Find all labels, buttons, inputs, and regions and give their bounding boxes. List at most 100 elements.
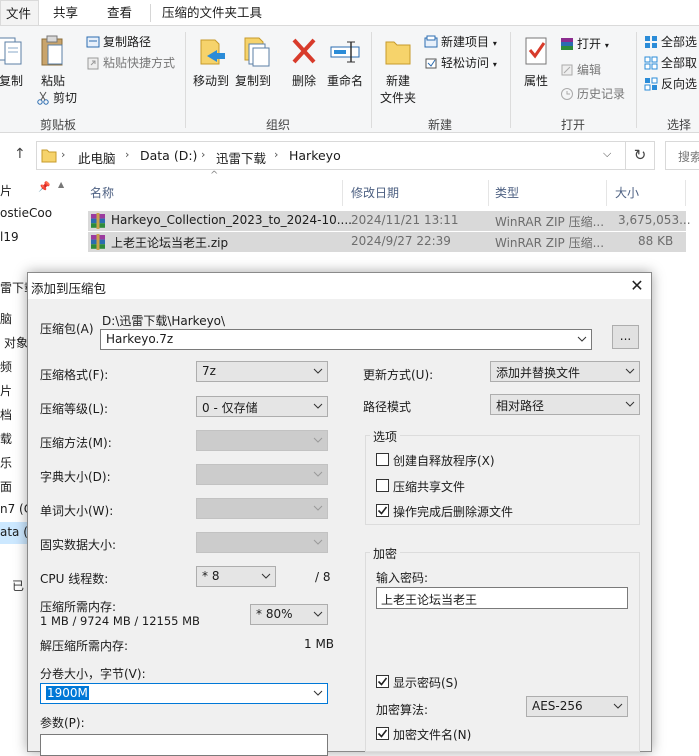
tab-share[interactable]: 共享 bbox=[43, 0, 88, 26]
decompress-memory-label: 解压缩所需内存: bbox=[40, 639, 129, 653]
dialog-titlebar[interactable]: 添加到压缩包 ✕ bbox=[28, 273, 651, 299]
new-item-button[interactable]: 新建项目 ▾ bbox=[424, 32, 497, 52]
update-mode-combo[interactable]: 添加并替换文件 bbox=[490, 361, 640, 382]
checkmark-icon bbox=[377, 729, 388, 738]
archive-name-value: Harkeyo.7z bbox=[106, 332, 174, 346]
search-input[interactable]: 搜索 bbox=[665, 141, 699, 170]
delete-button[interactable]: 删除 bbox=[287, 34, 321, 90]
nav-item[interactable]: 载 bbox=[0, 430, 12, 447]
word-combo[interactable] bbox=[196, 498, 328, 519]
tab-file[interactable]: 文件 bbox=[0, 0, 39, 26]
copy-path-icon bbox=[86, 36, 100, 48]
edit-button[interactable]: 编辑 bbox=[560, 60, 601, 80]
column-header-type[interactable]: 类型 bbox=[495, 184, 519, 201]
group-separator bbox=[636, 32, 637, 128]
encryption-method-value: AES-256 bbox=[532, 699, 583, 713]
breadcrumb-harkeyo[interactable]: Harkeyo bbox=[289, 148, 341, 163]
pin-icon[interactable]: 📌 bbox=[38, 182, 50, 193]
tab-view[interactable]: 查看 bbox=[97, 0, 142, 26]
password-input[interactable]: 上老王论坛当老王 bbox=[376, 587, 628, 609]
new-folder-label-1: 新建 bbox=[385, 74, 410, 88]
parameters-input[interactable] bbox=[40, 734, 328, 756]
cut-button[interactable]: 剪切 bbox=[36, 88, 77, 108]
chevron-down-icon bbox=[313, 471, 323, 477]
memory-percent-combo[interactable]: * 80% bbox=[250, 604, 328, 625]
move-to-button[interactable]: 移动到 bbox=[191, 34, 231, 90]
show-password-checkbox[interactable] bbox=[376, 675, 389, 688]
breadcrumb-this-pc[interactable]: 此电脑 bbox=[78, 148, 116, 167]
file-row[interactable]: 上老王论坛当老王.zip 2024/9/27 22:39 WinRAR ZIP … bbox=[88, 232, 686, 252]
up-arrow-icon[interactable]: ↑ bbox=[14, 146, 26, 162]
nav-item[interactable]: 片 bbox=[0, 382, 12, 399]
paste-button[interactable]: 粘贴 bbox=[36, 34, 70, 90]
select-none-button[interactable]: 全部取 bbox=[644, 53, 697, 73]
column-divider[interactable] bbox=[488, 180, 489, 206]
open-button[interactable]: 打开 ▾ bbox=[560, 34, 609, 54]
update-mode-value: 添加并替换文件 bbox=[496, 366, 581, 380]
nav-item[interactable]: 脑 bbox=[0, 310, 12, 327]
properties-label: 属性 bbox=[523, 74, 548, 88]
delete-source-checkbox[interactable] bbox=[376, 504, 389, 517]
copy-path-button[interactable]: 复制路径 bbox=[86, 32, 151, 52]
column-divider[interactable] bbox=[685, 180, 686, 206]
encryption-method-label: 加密算法: bbox=[376, 703, 429, 717]
archive-name-combo[interactable]: Harkeyo.7z bbox=[100, 329, 592, 350]
nav-item[interactable]: l19 bbox=[0, 230, 19, 244]
parameters-label: 参数(P): bbox=[40, 716, 85, 730]
refresh-button[interactable]: ↻ bbox=[626, 141, 655, 170]
copy-to-button[interactable]: 复制到 bbox=[233, 34, 273, 90]
nav-item[interactable]: 对象 bbox=[4, 334, 28, 351]
encryption-method-combo[interactable]: AES-256 bbox=[526, 696, 628, 717]
nav-item[interactable]: ostieCoo bbox=[0, 206, 52, 220]
shared-files-checkbox[interactable] bbox=[376, 479, 389, 492]
nav-item-selected[interactable]: ata (D bbox=[0, 522, 37, 544]
volume-size-combo[interactable]: 1900M bbox=[40, 683, 328, 704]
tab-compressed-folder-tools[interactable]: 压缩的文件夹工具 bbox=[152, 0, 272, 26]
easy-access-button[interactable]: 轻松访问 ▾ bbox=[424, 53, 497, 73]
history-button[interactable]: 历史记录 bbox=[560, 84, 625, 104]
nav-item[interactable]: 片 bbox=[0, 182, 12, 199]
select-all-label: 全部选 bbox=[661, 35, 698, 49]
new-folder-button[interactable]: 新建 文件夹 bbox=[376, 34, 420, 107]
browse-button[interactable]: ... bbox=[612, 325, 639, 349]
invert-selection-button[interactable]: 反向选 bbox=[644, 74, 697, 94]
nav-item[interactable]: 乐 bbox=[0, 454, 12, 471]
format-combo[interactable]: 7z bbox=[196, 361, 328, 382]
column-divider[interactable] bbox=[342, 180, 343, 206]
sfx-checkbox[interactable] bbox=[376, 453, 389, 466]
chevron-down-icon bbox=[625, 368, 635, 374]
nav-item[interactable]: 面 bbox=[0, 478, 12, 495]
address-box[interactable]: › 此电脑 › Data (D:) › 迅雷下载 › Harkeyo ⌵ bbox=[36, 141, 626, 170]
breadcrumb-data-drive[interactable]: Data (D:) bbox=[140, 148, 197, 163]
properties-button[interactable]: 属性 bbox=[518, 34, 554, 90]
rename-button[interactable]: 重命名 bbox=[325, 34, 365, 90]
nav-item[interactable]: 频 bbox=[0, 358, 12, 375]
nav-item[interactable]: 档 bbox=[0, 406, 12, 423]
file-row[interactable]: Harkeyo_Collection_2023_to_2024-10.... 2… bbox=[88, 211, 691, 231]
threads-combo[interactable]: * 8 bbox=[196, 566, 276, 587]
column-header-modified[interactable]: 修改日期 bbox=[351, 184, 399, 201]
close-button[interactable]: ✕ bbox=[626, 275, 648, 297]
scroll-up-icon[interactable]: ▲ bbox=[58, 180, 64, 189]
file-size: 3,675,053... bbox=[618, 213, 691, 227]
path-mode-combo[interactable]: 相对路径 bbox=[490, 394, 640, 415]
breadcrumb-xunlei-download[interactable]: 迅雷下载 bbox=[216, 148, 266, 167]
new-folder-icon bbox=[385, 41, 411, 65]
column-header-size[interactable]: 大小 bbox=[615, 184, 639, 201]
format-value: 7z bbox=[202, 364, 216, 378]
column-header-name[interactable]: 名称 bbox=[90, 184, 114, 201]
chevron-down-icon[interactable]: ⌵ bbox=[603, 147, 611, 161]
dict-combo[interactable] bbox=[196, 464, 328, 485]
select-all-button[interactable]: 全部选 bbox=[644, 32, 697, 52]
chevron-right-icon: › bbox=[125, 148, 130, 161]
copy-button[interactable]: 复制 bbox=[0, 34, 26, 90]
paste-shortcut-button[interactable]: 粘贴快捷方式 bbox=[86, 53, 175, 73]
solid-combo[interactable] bbox=[196, 532, 328, 553]
shared-files-label: 压缩共享文件 bbox=[393, 480, 466, 494]
encrypt-filenames-checkbox[interactable] bbox=[376, 727, 389, 740]
column-divider[interactable] bbox=[606, 180, 607, 206]
method-combo[interactable] bbox=[196, 430, 328, 451]
level-combo[interactable]: 0 - 仅存储 bbox=[196, 396, 328, 417]
checkmark-icon bbox=[377, 506, 388, 515]
paste-shortcut-label: 粘贴快捷方式 bbox=[103, 56, 176, 70]
